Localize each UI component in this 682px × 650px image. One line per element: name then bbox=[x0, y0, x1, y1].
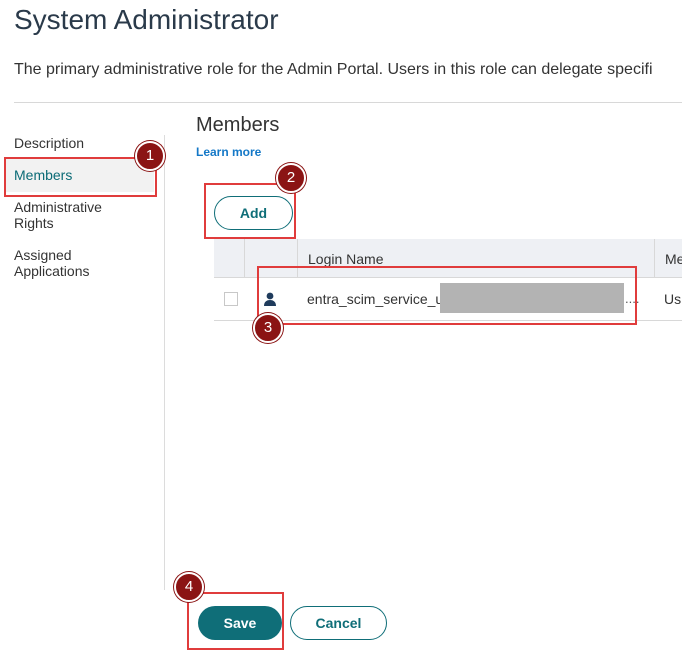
header-divider bbox=[14, 102, 682, 103]
page-description: The primary administrative role for the … bbox=[14, 61, 653, 78]
truncated-cell: Us bbox=[664, 291, 682, 307]
add-member-button[interactable]: Add bbox=[214, 196, 293, 230]
step-badge-2: 2 bbox=[276, 163, 306, 193]
truncation-ellipsis: .... bbox=[625, 291, 640, 306]
column-header-truncated[interactable]: Me bbox=[665, 251, 682, 267]
sidebar-item-description[interactable]: Description bbox=[14, 135, 84, 151]
sidebar-item-administrative-rights[interactable]: Administrative Rights bbox=[14, 199, 144, 231]
user-icon bbox=[264, 292, 276, 306]
column-separator bbox=[654, 239, 655, 277]
column-separator bbox=[244, 239, 245, 277]
column-header-login-name[interactable]: Login Name bbox=[308, 251, 384, 267]
cancel-button[interactable]: Cancel bbox=[290, 606, 387, 640]
sidebar-divider bbox=[164, 135, 165, 590]
admin-portal-role-page: System Administrator The primary adminis… bbox=[0, 0, 682, 650]
table-header: Login Name Me bbox=[214, 239, 682, 278]
sidebar-item-assigned-applications[interactable]: Assigned Applications bbox=[14, 247, 134, 279]
table-row[interactable]: entra_scim_service_u .... Us bbox=[214, 278, 682, 321]
column-separator bbox=[297, 239, 298, 277]
step-badge-3: 3 bbox=[253, 313, 283, 343]
page-title: System Administrator bbox=[14, 4, 279, 35]
step-badge-4: 4 bbox=[174, 572, 204, 602]
sidebar-item-members[interactable]: Members bbox=[14, 167, 72, 183]
save-button[interactable]: Save bbox=[198, 606, 282, 640]
learn-more-link[interactable]: Learn more bbox=[196, 145, 261, 159]
login-name-cell[interactable]: entra_scim_service_u bbox=[307, 291, 443, 307]
row-select-checkbox[interactable] bbox=[224, 292, 238, 306]
members-heading: Members bbox=[196, 114, 280, 136]
step-badge-1: 1 bbox=[135, 141, 165, 171]
redacted-region bbox=[440, 283, 624, 313]
